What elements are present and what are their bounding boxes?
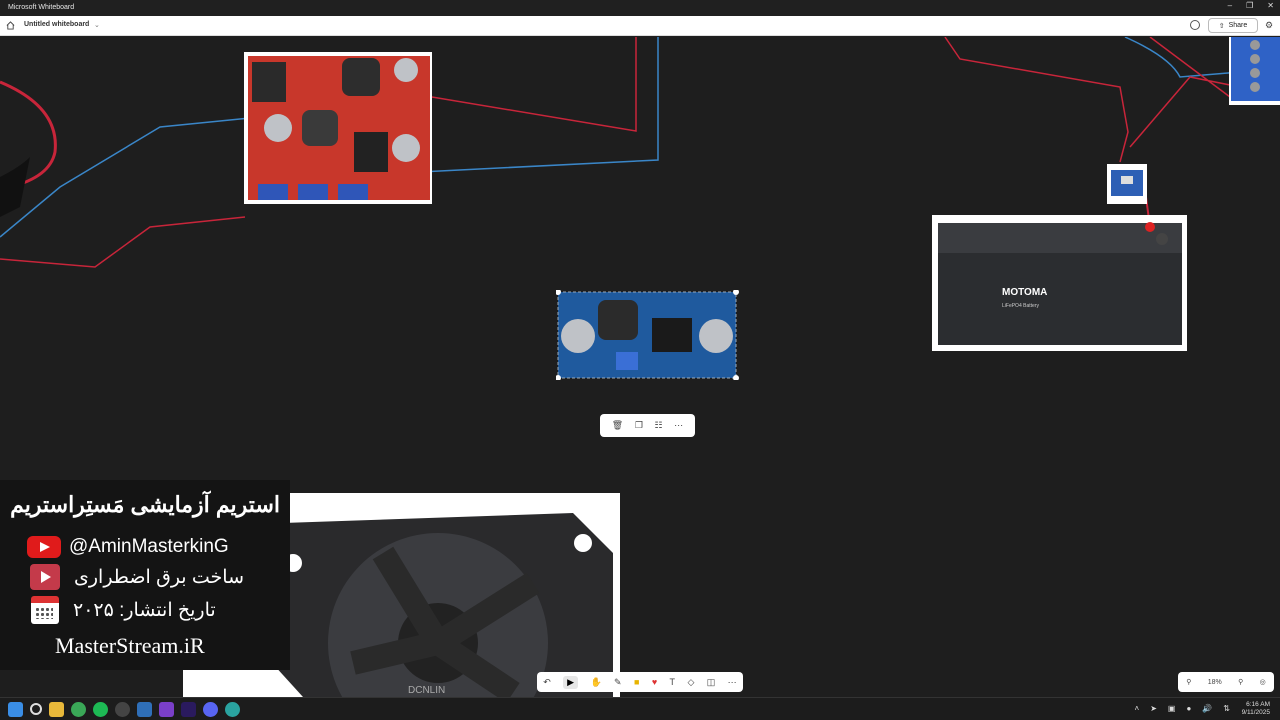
wire-red-left <box>0 216 246 268</box>
battery-subtitle: LiFePO4 Battery <box>1002 303 1039 309</box>
system-tray: ˄ ➤ ▣ ● 🔊 ⇅ <box>1135 704 1230 713</box>
share-icon: ⇧ <box>1218 22 1225 30</box>
zoom-in-icon[interactable]: ⚲ <box>1238 678 1243 686</box>
tools-bar: ↶ ▶ ✋ ✎ ■ ♥ T ◇ ◫ ⋯ <box>537 672 743 692</box>
video-icon <box>30 564 60 590</box>
whiteboard-icon[interactable] <box>137 702 152 717</box>
overlay-youtube-handle: @AminMasterkinG <box>69 536 229 557</box>
reactions-icon[interactable]: ♥ <box>652 677 657 687</box>
pen-tool-icon[interactable]: ✎ <box>614 677 622 688</box>
copy-icon[interactable]: ❐ <box>635 420 643 431</box>
close-icon[interactable]: ✕ <box>1267 1 1274 10</box>
overlay-title: استریم آزمایشی مَستِراستریم <box>10 492 280 517</box>
more-options-icon[interactable]: ⋯ <box>674 420 683 431</box>
spotify-icon[interactable] <box>93 702 108 717</box>
restore-icon[interactable]: ❐ <box>1246 1 1253 10</box>
zoom-out-icon[interactable]: ⚲ <box>1186 678 1191 686</box>
clock-date: 9/11/2025 <box>1241 709 1270 716</box>
zoom-level: 18% <box>1207 678 1222 686</box>
wire-red-right <box>944 37 1129 163</box>
app-toolbar: Untitled whiteboard ⌄ ⇧ Share ⚙ <box>0 16 1280 36</box>
youtube-icon <box>27 536 61 558</box>
stream-overlay: استریم آزمایشی مَستِراستریم @AminMasterk… <box>0 480 290 670</box>
calendar-icon <box>31 596 59 624</box>
edge-icon[interactable] <box>225 702 240 717</box>
telegram-icon[interactable]: ➤ <box>1150 704 1157 713</box>
small-switch[interactable] <box>1107 164 1147 204</box>
templates-icon[interactable]: ◫ <box>707 677 716 688</box>
search-icon[interactable] <box>30 703 42 715</box>
undo-icon[interactable]: ↶ <box>543 677 551 688</box>
taskbar-clock[interactable]: 6:16 AM 9/11/2025 <box>1242 701 1270 717</box>
home-icon[interactable] <box>6 21 15 30</box>
microphone-icon[interactable]: ● <box>1186 704 1191 713</box>
window-titlebar: Microsoft Whiteboard – ❐ ✕ <box>0 0 1280 16</box>
overlay-date-row: تاریخ انتشار: ۲۰۲۵ <box>31 596 216 624</box>
share-button[interactable]: ⇧ Share <box>1208 18 1258 33</box>
zoom-controls: ⚲ 18% ⚲ ◎ <box>1178 672 1274 692</box>
windows-start-icon[interactable] <box>8 702 23 717</box>
hand-tool-icon[interactable]: ✋ <box>590 677 601 688</box>
shapes-tool-icon[interactable]: ◇ <box>687 677 694 688</box>
wire-blue-top <box>419 37 659 173</box>
speaker-icon[interactable]: 🔊 <box>1202 704 1212 713</box>
relay-module[interactable] <box>1229 37 1280 105</box>
alt-text-icon[interactable]: ☷ <box>655 420 663 431</box>
timer-icon[interactable] <box>1190 20 1200 30</box>
battery-brand: MOTOMA <box>1002 287 1047 298</box>
overlay-course-title: ساخت برق اضطراری <box>74 566 244 588</box>
file-explorer-icon[interactable] <box>49 702 64 717</box>
premiere-icon[interactable] <box>181 702 196 717</box>
fan-label: DCNLIN <box>408 685 445 696</box>
gear-icon[interactable]: ⚙ <box>1265 20 1273 31</box>
barrel-plug <box>0 157 30 217</box>
app-icon-8[interactable] <box>159 702 174 717</box>
chevron-down-icon[interactable]: ⌄ <box>94 21 100 29</box>
fit-to-screen-icon[interactable]: ◎ <box>1260 678 1266 686</box>
wire-blue-right <box>1124 37 1241 78</box>
wire-red-right-2 <box>1129 37 1241 148</box>
power-cable <box>0 80 57 189</box>
more-tools-icon[interactable]: ⋯ <box>728 677 737 688</box>
minimize-icon[interactable]: – <box>1228 1 1232 10</box>
network-icon[interactable]: ⇅ <box>1223 704 1230 713</box>
overlay-publish-date: تاریخ انتشار: ۲۰۲۵ <box>73 599 216 621</box>
overlay-youtube-row: @AminMasterkinG <box>27 536 229 558</box>
taskbar-apps <box>8 702 240 717</box>
clock-time: 6:16 AM <box>1246 701 1270 708</box>
overlay-course-row: ساخت برق اضطراری <box>30 564 244 590</box>
overlay-site: MasterStream.iR <box>55 633 205 658</box>
taskbar: ˄ ➤ ▣ ● 🔊 ⇅ 6:16 AM 9/11/2025 <box>0 697 1280 720</box>
selection-context-bar: 🗑 ❐ ☷ ⋯ <box>600 414 695 437</box>
chevron-up-icon[interactable]: ˄ <box>1135 704 1140 713</box>
chrome-icon[interactable] <box>71 702 86 717</box>
document-title[interactable]: Untitled whiteboard <box>24 21 89 28</box>
delete-icon[interactable]: 🗑 <box>612 420 623 431</box>
blue-buck-module[interactable] <box>556 290 740 380</box>
red-converter-module[interactable] <box>244 52 432 204</box>
select-tool-icon[interactable]: ▶ <box>563 675 579 689</box>
sticky-note-icon[interactable]: ■ <box>634 677 639 687</box>
obs-icon[interactable] <box>115 702 130 717</box>
discord-icon[interactable] <box>203 702 218 717</box>
app-title: Microsoft Whiteboard <box>8 4 75 11</box>
share-label: Share <box>1228 22 1248 29</box>
wire-red-top <box>419 37 637 132</box>
tray-app-icon[interactable]: ▣ <box>1168 704 1176 713</box>
battery[interactable]: MOTOMA LiFePO4 Battery <box>932 215 1187 351</box>
window-controls: – ❐ ✕ <box>1228 1 1274 10</box>
text-tool-icon[interactable]: T <box>670 677 676 687</box>
